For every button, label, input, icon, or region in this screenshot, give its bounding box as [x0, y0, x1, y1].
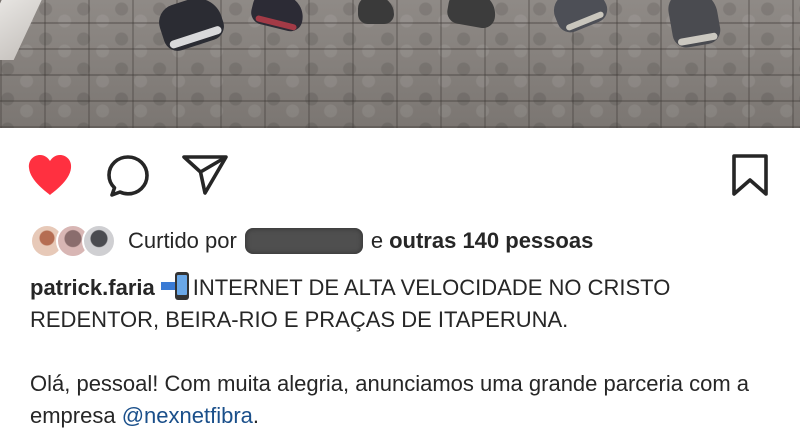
post-photo: [0, 0, 800, 128]
heart-filled-icon: [28, 155, 72, 195]
paper-plane-icon: [182, 155, 228, 195]
caption-second-paragraph: Olá, pessoal! Com muita alegria, anuncia…: [30, 368, 780, 432]
mobile-phone-arrow-icon: [160, 272, 191, 300]
bookmark-icon: [732, 154, 768, 196]
mention-link[interactable]: @nexnetfibra: [122, 403, 253, 428]
caption-first-paragraph: patrick.faria INTERNET DE ALTA VELOCIDADE…: [30, 272, 780, 336]
like-button[interactable]: [26, 153, 74, 197]
liker-avatars[interactable]: [30, 224, 116, 258]
liked-by-label: Curtido por: [128, 228, 237, 253]
and-connector: e: [370, 228, 384, 253]
others-count-link[interactable]: outras 140 pessoas: [389, 228, 593, 254]
caption-username[interactable]: patrick.faria: [30, 275, 155, 300]
post-caption: patrick.faria INTERNET DE ALTA VELOCIDADE…: [30, 272, 780, 432]
caption-body-end: .: [252, 403, 260, 428]
avatar[interactable]: [82, 224, 116, 258]
comment-button[interactable]: [106, 154, 150, 198]
save-button[interactable]: [731, 153, 769, 197]
comment-bubble-icon: [107, 155, 149, 197]
share-button[interactable]: [181, 154, 229, 196]
shoe: [358, 0, 394, 24]
likes-summary[interactable]: Curtido por e outras 140 pessoas: [30, 222, 770, 260]
redacted-username: [244, 228, 363, 254]
